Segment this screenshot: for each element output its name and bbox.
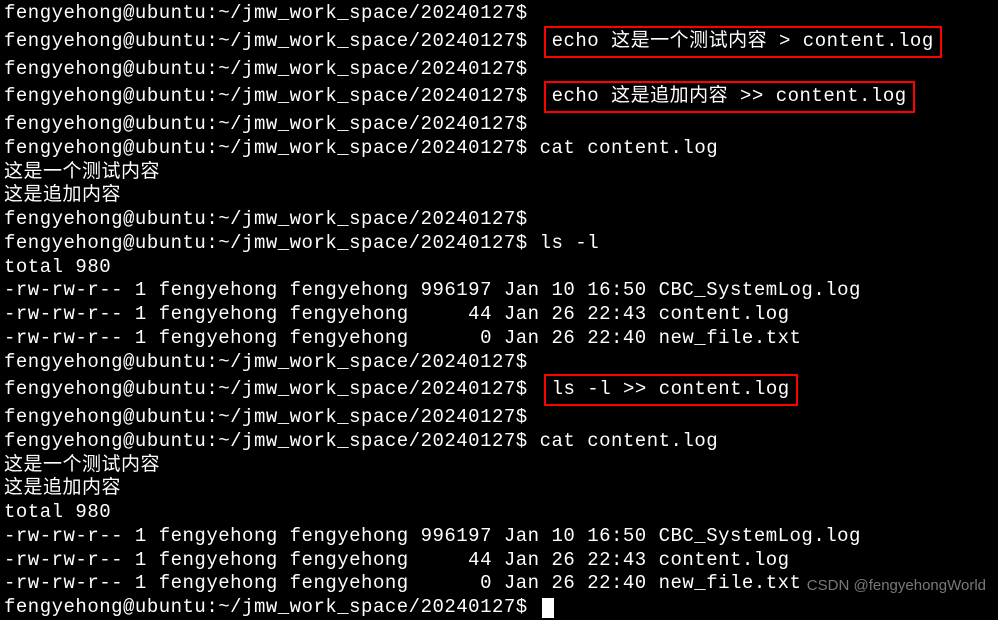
prompt: fengyehong@ubuntu:~/jmw_work_space/20240… [4,30,528,52]
prompt: fengyehong@ubuntu:~/jmw_work_space/20240… [4,113,528,135]
prompt-line: fengyehong@ubuntu:~/jmw_work_space/20240… [4,351,994,375]
command-ls-append: ls -l >> content.log [544,374,798,406]
prompt: fengyehong@ubuntu:~/jmw_work_space/20240… [4,208,528,230]
prompt-line: fengyehong@ubuntu:~/jmw_work_space/20240… [4,232,994,256]
output-line: 这是追加内容 [4,184,994,208]
output-line: -rw-rw-r-- 1 fengyehong fengyehong 44 Ja… [4,303,994,327]
prompt: fengyehong@ubuntu:~/jmw_work_space/20240… [4,85,528,107]
prompt-line: fengyehong@ubuntu:~/jmw_work_space/20240… [4,2,994,26]
prompt-line: fengyehong@ubuntu:~/jmw_work_space/20240… [4,430,994,454]
cursor [542,598,554,618]
output-line: total 980 [4,256,994,280]
prompt-line: fengyehong@ubuntu:~/jmw_work_space/20240… [4,374,994,406]
prompt: fengyehong@ubuntu:~/jmw_work_space/20240… [4,430,528,452]
output-line: -rw-rw-r-- 1 fengyehong fengyehong 99619… [4,525,994,549]
prompt-line: fengyehong@ubuntu:~/jmw_work_space/20240… [4,113,994,137]
output-line: -rw-rw-r-- 1 fengyehong fengyehong 44 Ja… [4,549,994,573]
prompt: fengyehong@ubuntu:~/jmw_work_space/20240… [4,2,528,24]
prompt: fengyehong@ubuntu:~/jmw_work_space/20240… [4,232,528,254]
prompt-line: fengyehong@ubuntu:~/jmw_work_space/20240… [4,137,994,161]
output-line: 这是追加内容 [4,477,994,501]
prompt: fengyehong@ubuntu:~/jmw_work_space/20240… [4,58,528,80]
prompt: fengyehong@ubuntu:~/jmw_work_space/20240… [4,351,528,373]
prompt: fengyehong@ubuntu:~/jmw_work_space/20240… [4,596,528,618]
command-echo-append: echo 这是追加内容 >> content.log [544,81,915,113]
output-line: total 980 [4,501,994,525]
prompt-line: fengyehong@ubuntu:~/jmw_work_space/20240… [4,58,994,82]
output-line: 这是一个测试内容 [4,161,994,185]
output-line: -rw-rw-r-- 1 fengyehong fengyehong 99619… [4,279,994,303]
watermark: CSDN @fengyehongWorld [807,577,986,596]
prompt-line: fengyehong@ubuntu:~/jmw_work_space/20240… [4,208,994,232]
prompt: fengyehong@ubuntu:~/jmw_work_space/20240… [4,406,528,428]
command-ls: ls -l [540,232,600,254]
output-line: -rw-rw-r-- 1 fengyehong fengyehong 0 Jan… [4,327,994,351]
command-cat: cat content.log [540,137,719,159]
prompt: fengyehong@ubuntu:~/jmw_work_space/20240… [4,137,528,159]
prompt-line: fengyehong@ubuntu:~/jmw_work_space/20240… [4,26,994,58]
prompt-line: fengyehong@ubuntu:~/jmw_work_space/20240… [4,81,994,113]
output-line: 这是一个测试内容 [4,454,994,478]
prompt-line: fengyehong@ubuntu:~/jmw_work_space/20240… [4,406,994,430]
prompt: fengyehong@ubuntu:~/jmw_work_space/20240… [4,378,528,400]
command-echo-overwrite: echo 这是一个测试内容 > content.log [544,26,942,58]
terminal-output[interactable]: fengyehong@ubuntu:~/jmw_work_space/20240… [4,2,994,620]
command-cat: cat content.log [540,430,719,452]
